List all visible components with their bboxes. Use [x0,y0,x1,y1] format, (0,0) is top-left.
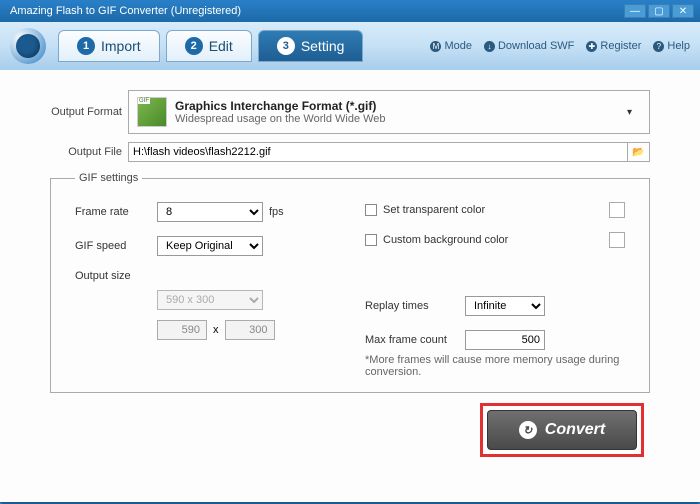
tab-label-setting: Setting [301,38,345,54]
output-format-selector[interactable]: Graphics Interchange Format (*.gif) Wide… [128,90,650,134]
convert-button[interactable]: ↻ Convert [487,410,637,450]
tab-setting[interactable]: 3 Setting [258,30,364,62]
menu-right: MMode ↓Download SWF ✚Register ?Help [430,40,690,52]
frame-rate-label: Frame rate [75,206,157,218]
gif-settings-legend: GIF settings [75,172,142,184]
fps-unit: fps [269,206,284,218]
format-desc: Widespread usage on the World Wide Web [175,113,627,125]
transparent-color-swatch[interactable] [609,202,625,218]
register-icon: ✚ [586,41,597,52]
tab-strip: 1 Import 2 Edit 3 Setting [58,30,363,62]
convert-icon: ↻ [519,421,537,439]
chevron-down-icon: ▾ [627,107,641,118]
header-bar: 1 Import 2 Edit 3 Setting MMode ↓Downloa… [0,22,700,70]
dimension-x: x [213,324,219,336]
height-input[interactable] [225,320,275,340]
minimize-button[interactable]: — [624,4,646,18]
tab-label-edit: Edit [209,38,233,54]
custom-bg-color-swatch[interactable] [609,232,625,248]
titlebar: Amazing Flash to GIF Converter (Unregist… [0,0,700,22]
app-window: Amazing Flash to GIF Converter (Unregist… [0,0,700,504]
convert-label: Convert [545,421,605,439]
tab-import[interactable]: 1 Import [58,30,160,62]
max-frame-note: *More frames will cause more memory usag… [365,354,625,378]
mode-icon: M [430,41,441,52]
close-button[interactable]: ✕ [672,4,694,18]
menu-register[interactable]: ✚Register [586,40,641,52]
output-format-label: Output Format [50,106,128,118]
frame-rate-select[interactable]: 8 [157,202,263,222]
help-icon: ? [653,41,664,52]
replay-times-select[interactable]: Infinite [465,296,545,316]
tab-num-3: 3 [277,37,295,55]
gif-settings-group: GIF settings Frame rate 8 fps GIF speed … [50,172,650,393]
gif-speed-label: GIF speed [75,240,157,252]
menu-download-swf[interactable]: ↓Download SWF [484,40,574,52]
transparent-label: Set transparent color [383,204,485,216]
max-frame-label: Max frame count [365,334,465,346]
tab-label-import: Import [101,38,141,54]
content-area: Output Format Graphics Interchange Forma… [0,70,700,502]
tab-num-1: 1 [77,37,95,55]
download-icon: ↓ [484,41,495,52]
max-frame-input[interactable] [465,330,545,350]
tab-num-2: 2 [185,37,203,55]
output-size-select[interactable]: 590 x 300 [157,290,263,310]
convert-highlight: ↻ Convert [480,403,644,457]
output-file-field: 📂 [128,142,650,162]
format-title: Graphics Interchange Format (*.gif) [175,99,627,113]
window-title: Amazing Flash to GIF Converter (Unregist… [10,5,622,17]
output-file-input[interactable] [129,143,627,161]
app-logo [10,28,46,64]
menu-help[interactable]: ?Help [653,40,690,52]
maximize-button[interactable]: ▢ [648,4,670,18]
flash-icon [16,34,40,58]
width-input[interactable] [157,320,207,340]
custom-bg-checkbox[interactable] [365,234,377,246]
gif-speed-select[interactable]: Keep Original [157,236,263,256]
output-size-label: Output size [75,270,157,282]
replay-times-label: Replay times [365,300,465,312]
menu-mode[interactable]: MMode [430,40,472,52]
browse-button[interactable]: 📂 [627,143,649,161]
transparent-checkbox[interactable] [365,204,377,216]
custom-bg-label: Custom background color [383,234,508,246]
gif-format-icon [137,97,167,127]
output-file-label: Output File [50,146,128,158]
tab-edit[interactable]: 2 Edit [166,30,252,62]
